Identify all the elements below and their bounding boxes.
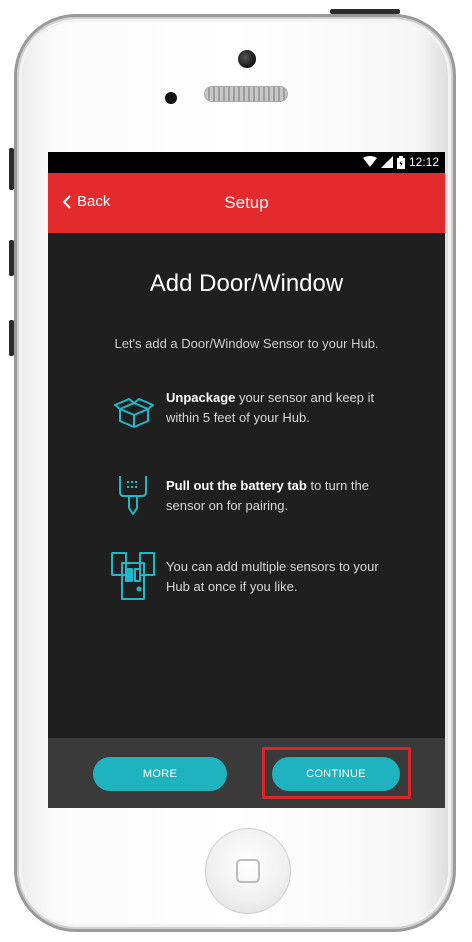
status-time: 12:12: [408, 155, 439, 169]
app-bar: Back Setup: [48, 173, 445, 233]
page-title: Setup: [224, 193, 269, 212]
setup-content: Add Door/Window Let's add a Door/Window …: [48, 233, 445, 738]
continue-highlight-box: [262, 747, 411, 799]
cell-signal-icon: [380, 156, 393, 168]
volume-up-button: [9, 240, 14, 276]
phone-screen: 12:12 Back Setup Add Door/Window Let's a…: [48, 152, 445, 808]
home-square-icon: [236, 859, 260, 883]
status-icons: 12:12: [362, 155, 439, 169]
step-multiple-sensors-text: You can add multiple sensors to your Hub…: [166, 559, 379, 594]
step-battery-tab-bold: Pull out the battery tab: [166, 478, 307, 493]
mute-switch: [9, 148, 14, 190]
more-button[interactable]: MORE: [93, 757, 227, 791]
footer-bar: MORE CONTINUE: [48, 738, 445, 808]
step-multiple-sensors: You can add multiple sensors to your Hub…: [166, 557, 386, 597]
multiple-sensors-icon: [111, 552, 155, 600]
power-button: [330, 9, 400, 14]
heading: Add Door/Window: [149, 270, 344, 297]
step-unpackage: Unpackage your sensor and keep it within…: [166, 388, 386, 428]
subtitle: Let's add a Door/Window Sensor to your H…: [114, 336, 379, 351]
earpiece-speaker: [204, 86, 288, 102]
battery-icon: [396, 155, 405, 169]
package-icon: [114, 398, 154, 428]
step-battery-tab: Pull out the battery tab to turn the sen…: [166, 476, 386, 516]
step-unpackage-bold: Unpackage: [166, 390, 236, 405]
wifi-icon: [362, 156, 377, 167]
battery-tab-icon: [119, 476, 147, 515]
front-camera: [238, 50, 256, 68]
proximity-sensor: [165, 92, 177, 104]
volume-down-button: [9, 320, 14, 356]
home-button[interactable]: [205, 828, 291, 914]
status-bar: 12:12: [48, 152, 445, 173]
